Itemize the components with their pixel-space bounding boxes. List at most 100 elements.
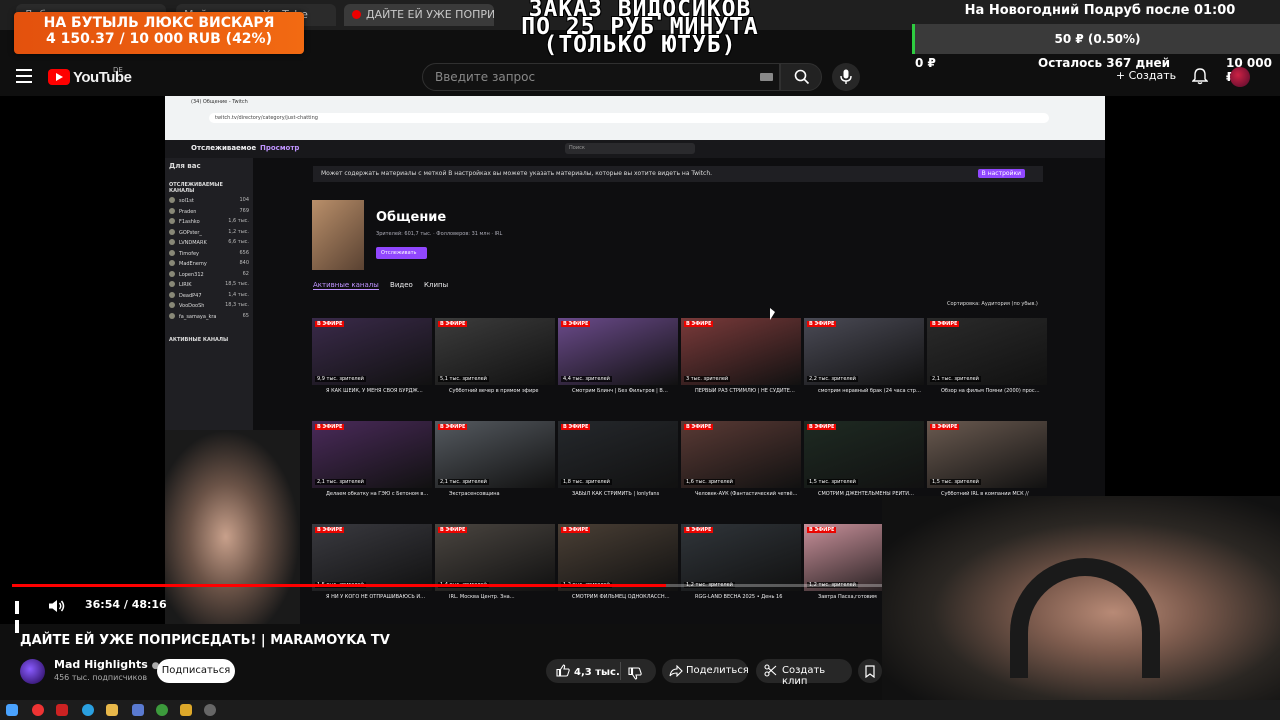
channel-viewers: 104 [239,197,249,203]
channel-name[interactable]: Mad Highlights ● [54,658,160,671]
yandex-browser-icon[interactable] [32,704,44,716]
keyboard-icon[interactable] [760,73,773,81]
stream-title: RGG-LAND ВЕСНА 2025 • День 16 [695,594,783,600]
voice-search-button[interactable] [832,63,860,91]
live-badge: В ЭФИРЕ [807,321,837,327]
twitch-nav-browse: Просмотр [260,144,300,152]
like-count: 4,3 тыс. [574,667,620,678]
app-icon[interactable] [132,704,144,716]
viewer-count: 3 тыс. зрителей [684,376,731,382]
viewer-count: 2,1 тыс. зрителей [930,376,981,382]
like-button[interactable]: 4,3 тыс. [556,664,620,678]
headset-shape [1010,558,1160,678]
save-button[interactable] [858,659,882,683]
category-title: Общение [376,210,447,225]
app-icon[interactable] [180,704,192,716]
channel-viewers: 6,6 тыс. [228,239,249,245]
folder-icon[interactable] [106,704,118,716]
sidebar-channel: LVNDMARK 6,6 тыс. [165,239,253,250]
channel-viewers: 65 [242,312,249,319]
category-box-art [312,200,364,270]
share-button[interactable]: Поделиться [662,659,749,683]
stream-thumbnail: В ЭФИРЕ1,2 тыс. зрителей [558,524,678,591]
notifications-bell-icon[interactable] [1191,68,1209,89]
youtube-play-icon [48,69,70,85]
channel-viewers: 1,4 тыс. [228,291,249,298]
channel-avatar[interactable] [20,659,45,684]
channel-name: Praden [179,208,197,215]
thumbs-up-icon [556,664,570,677]
content-warning-banner: Может содержать материалы с меткой В нас… [313,166,1043,182]
live-badge: В ЭФИРЕ [807,527,837,533]
stream-title: ЗАБЫЛ КАК СТРИМИТЬ | lonlyfans [572,491,660,497]
sidebar-section-title: АКТИВНЫЕ КАНАЛЫ [169,337,229,343]
telegram-icon[interactable] [82,704,94,716]
live-badge: В ЭФИРЕ [438,424,468,430]
live-badge: В ЭФИРЕ [930,424,960,430]
stream-thumbnail: В ЭФИРЕ 2,1 тыс. зрителей [312,421,432,488]
channel-viewers: 656 [239,249,249,256]
stream-thumbnail: В ЭФИРЕ 3 тыс. зрителей [681,318,801,385]
sidebar-channel: Lopen312 62 [165,270,253,282]
live-badge: В ЭФИРЕ [930,321,960,327]
stream-thumbnail: В ЭФИРЕ 1,5 тыс. зрителей [927,421,1047,488]
channel-viewers: 62 [242,270,249,277]
twitch-top-nav: Отслеживаемое Просмотр Поиск [165,140,1105,158]
chrome-icon[interactable] [156,704,168,716]
channel-name: F1ashko [179,219,200,225]
obs-icon[interactable] [204,704,216,716]
stream-title: СМОТРИМ ФИЛЬМЕЦ ОДНОКЛАССН… [572,594,670,600]
subscribe-button[interactable]: Подписаться [157,659,235,683]
sidebar-channel: F1ashko 1,6 тыс. [165,218,253,229]
tab-videos: Видео [390,281,413,289]
viewer-count: 1,6 тыс. зрителей [684,479,735,485]
volume-icon[interactable] [48,598,66,617]
stream-title: ПЕРВЫЙ РАЗ СТРИМЛЮ | НЕ СУДИТЕ… [695,388,795,394]
inner-browser-chrome: (34) Общение - Twitch twitch.tv/director… [165,96,1105,140]
channel-viewers: 18,5 тыс. [225,281,249,287]
live-badge: В ЭФИРЕ [684,424,714,430]
dislike-button[interactable] [628,665,642,684]
stream-title: Смотрим Блинч | Без Фильтров | В… [572,388,668,394]
sidebar-channel: Praden 769 [165,207,253,219]
browser-tab-active[interactable]: ДАЙТЕ ЕЙ УЖЕ ПОПРИСЕДАТЬ!✕ [344,4,494,26]
viewer-count: 1,8 тыс. зрителей [561,479,612,485]
promo-overlay: ЗАКАЗ ВИДОСИКОВ ПО 25 РУБ МИНУТА (ТОЛЬКО… [490,0,790,57]
video-title: ДАЙТЕ ЕЙ УЖЕ ПОПРИСЕДАТЬ! | MARAMOYKA TV [20,633,390,648]
app-icon[interactable] [56,704,68,716]
channel-avatar-icon [169,260,175,266]
search-button[interactable] [780,63,822,91]
start-icon[interactable] [6,704,18,716]
search-input[interactable]: Введите запрос [422,63,780,91]
create-button[interactable]: + Создать [1108,66,1184,88]
donation-progress: 4 150.37 / 10 000 RUB (42%) [46,31,272,48]
stream-thumbnail: В ЭФИРЕ 1,8 тыс. зрителей [558,421,678,488]
bookmark-icon [865,665,875,678]
live-badge: В ЭФИРЕ [561,424,591,430]
live-badge: В ЭФИРЕ [684,527,714,533]
channel-avatar-icon [169,218,175,224]
live-badge: В ЭФИРЕ [315,527,345,533]
live-badge: В ЭФИРЕ [561,321,591,327]
channel-avatar-icon [169,207,175,214]
channel-name: Lopen312 [179,271,204,278]
channel-avatar-icon [169,312,175,319]
progress-bar-played [12,584,666,587]
hamburger-menu-icon[interactable] [16,69,32,83]
donation-title: НА БУТЫЛЬ ЛЮКС ВИСКАРЯ [43,15,275,31]
create-clip-button[interactable]: Создать клип [756,659,852,687]
share-icon [669,665,683,677]
inner-address-bar: twitch.tv/directory/category/just-chatti… [209,113,1049,123]
live-badge: В ЭФИРЕ [561,527,591,533]
user-avatar[interactable] [1230,67,1250,87]
thumbs-down-icon [628,667,642,680]
live-badge: В ЭФИРЕ [684,321,714,327]
pause-icon[interactable] [15,599,27,633]
stream-thumbnail: В ЭФИРЕ1,2 тыс. зрителей [681,524,801,591]
stream-thumbnail: В ЭФИРЕ 2,2 тыс. зрителей [804,318,924,385]
channel-name: VooDooSh [179,303,205,309]
channel-viewers: 840 [239,260,249,266]
stream-thumbnail: В ЭФИРЕ 5,1 тыс. зрителей [435,318,555,385]
stream-title: Я НИ У КОГО НЕ ОТПРАШИВАЮСЬ И… [326,594,426,600]
stream-title: Экстрасенсовщина [449,491,500,497]
